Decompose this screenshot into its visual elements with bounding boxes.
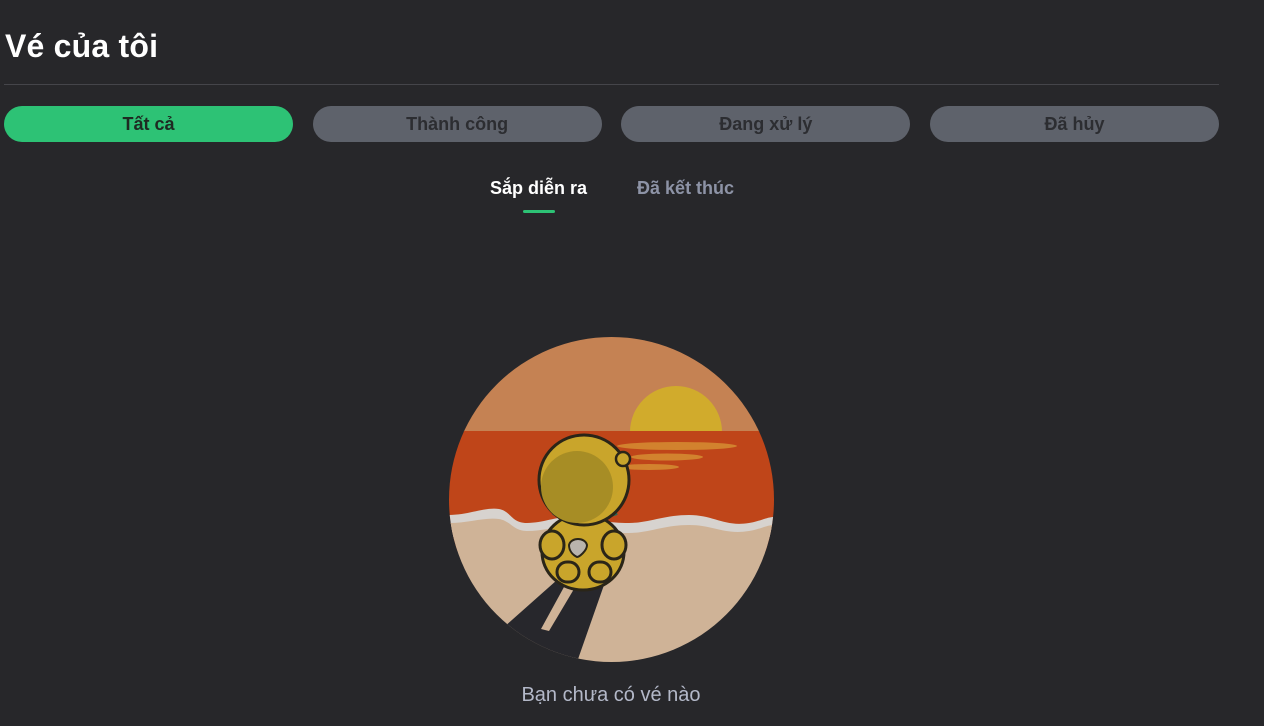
filter-tab-all[interactable]: Tất cả <box>4 106 293 142</box>
tab-upcoming-label: Sắp diễn ra <box>490 178 588 198</box>
filter-tab-processing[interactable]: Đang xử lý <box>621 106 911 142</box>
ticket-status-filter: Tất cả Thành công Đang xử lý Đã hủy <box>4 106 1219 142</box>
event-time-tabs: Sắp diễn ra Đã kết thúc <box>490 178 734 213</box>
my-tickets-page: Vé của tôi Tất cả Thành công Đang xử lý … <box>0 0 1264 726</box>
tab-ended[interactable]: Đã kết thúc <box>637 178 734 209</box>
page-title: Vé của tôi <box>5 28 159 64</box>
active-tab-indicator <box>522 210 555 213</box>
empty-state-message: Bạn chưa có vé nào <box>521 684 701 706</box>
tab-upcoming[interactable]: Sắp diễn ra <box>490 178 588 213</box>
filter-tab-success[interactable]: Thành công <box>312 106 602 142</box>
title-divider <box>4 84 1219 85</box>
sunset-beach-character-illustration <box>449 337 774 662</box>
filter-tab-cancelled[interactable]: Đã hủy <box>929 106 1219 142</box>
tab-ended-label: Đã kết thúc <box>637 178 735 198</box>
